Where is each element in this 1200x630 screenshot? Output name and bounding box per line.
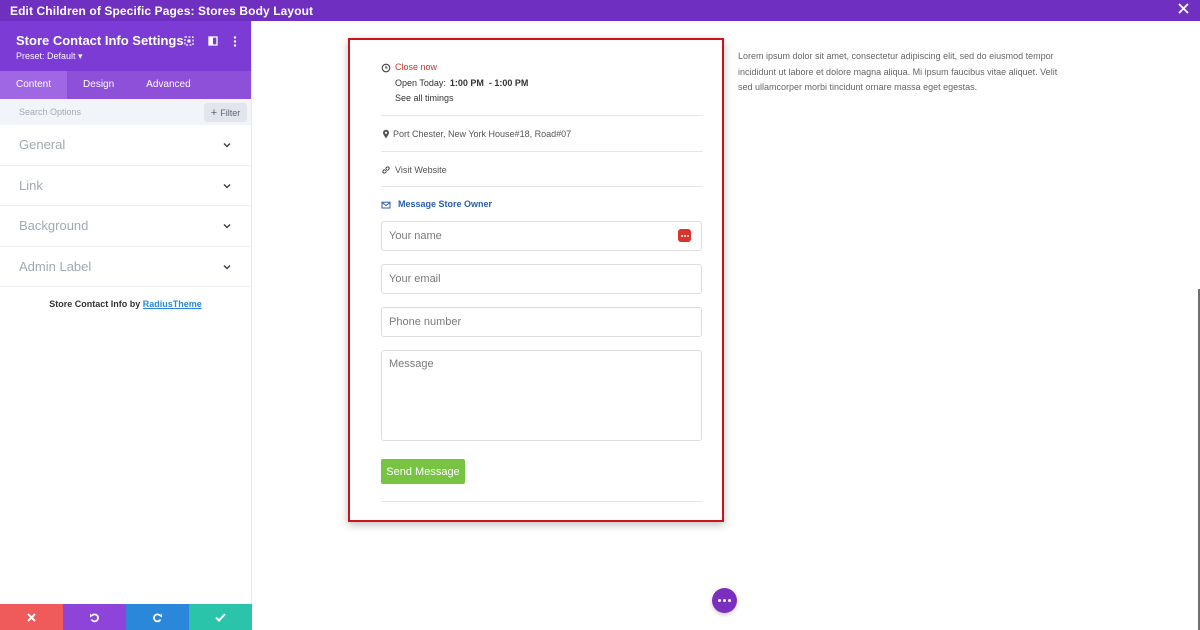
timing-row: Close now Open Today: 1:00 PM - 1:00 PM S… (381, 40, 703, 116)
search-row: + Filter (0, 99, 251, 125)
preset-selector[interactable]: Preset: Default ▾ (16, 51, 251, 62)
store-address: Port Chester, New York House#18, Road#07 (393, 129, 572, 139)
website-row: Visit Website (381, 152, 703, 187)
chevron-down-icon (223, 142, 231, 148)
more-options-icon[interactable] (228, 34, 242, 48)
section-admin-label[interactable]: Admin Label (0, 247, 251, 287)
section-label: Background (19, 218, 89, 234)
credit-prefix: Store Contact Info by (49, 299, 143, 309)
search-options-input[interactable] (0, 99, 200, 125)
settings-header: Store Contact Info Settings Preset: Defa… (0, 21, 251, 71)
editor-title: Edit Children of Specific Pages: Stores … (10, 3, 314, 18)
mail-icon (381, 201, 391, 209)
chevron-down-icon (223, 223, 231, 229)
see-all-timings-link[interactable]: See all timings (395, 93, 454, 103)
message-store-owner-heading: Message Store Owner (398, 199, 493, 209)
save-button[interactable] (189, 604, 252, 630)
message-form: Message Store Owner Send Message (381, 187, 703, 502)
dot-icon (728, 599, 731, 602)
top-bar: Edit Children of Specific Pages: Stores … (0, 0, 1200, 21)
section-link[interactable]: Link (0, 166, 251, 206)
plus-icon: + (210, 106, 218, 119)
fullscreen-icon[interactable] (182, 34, 196, 48)
name-field-wrap (381, 221, 702, 251)
add-section-button[interactable] (712, 588, 737, 613)
discard-button[interactable] (0, 604, 63, 630)
section-background[interactable]: Background (0, 206, 251, 247)
phone-input[interactable] (381, 307, 702, 337)
settings-tabs: Content Design Advanced (0, 71, 251, 99)
lorem-text: Lorem ipsum dolor sit amet, consectetur … (738, 51, 1058, 92)
chevron-down-icon (223, 264, 231, 270)
open-today-hours: 1:00 PM - 1:00 PM (449, 78, 529, 88)
undo-button[interactable] (63, 604, 126, 630)
store-contact-info: Close now Open Today: 1:00 PM - 1:00 PM S… (381, 40, 703, 502)
email-input[interactable] (381, 264, 702, 294)
section-label: General (19, 137, 66, 153)
tab-design[interactable]: Design (67, 71, 130, 99)
link-icon (382, 166, 390, 174)
close-icon[interactable] (1176, 2, 1190, 18)
open-today: Open Today: 1:00 PM - 1:00 PM (395, 78, 528, 88)
visit-website-link[interactable]: Visit Website (395, 165, 447, 175)
clock-icon (381, 63, 391, 73)
store-status: Close now (395, 62, 438, 72)
store-contact-info-module[interactable]: Close now Open Today: 1:00 PM - 1:00 PM S… (348, 38, 724, 522)
bottom-action-bar (0, 604, 252, 630)
undo-icon (90, 612, 99, 622)
builder-canvas: Close now Open Today: 1:00 PM - 1:00 PM S… (252, 21, 1200, 630)
dot-icon (718, 599, 721, 602)
filter-label: Filter (220, 107, 241, 118)
map-pin-icon (383, 129, 389, 139)
filter-button[interactable]: + Filter (204, 103, 247, 122)
open-today-label: Open Today: (395, 78, 446, 88)
address-row: Port Chester, New York House#18, Road#07 (381, 116, 703, 152)
section-label: Admin Label (19, 258, 92, 274)
send-message-button[interactable]: Send Message (381, 459, 465, 484)
check-icon (215, 612, 226, 622)
credit-link[interactable]: RadiusTheme (143, 299, 202, 309)
redo-button[interactable] (126, 604, 189, 630)
module-credit: Store Contact Info by RadiusTheme (0, 299, 251, 309)
section-label: Link (19, 177, 43, 193)
section-general[interactable]: General (0, 125, 251, 166)
settings-sidebar: Store Contact Info Settings Preset: Defa… (0, 21, 252, 630)
tab-content[interactable]: Content (0, 71, 68, 99)
name-input[interactable] (381, 221, 702, 251)
redo-icon (153, 612, 162, 622)
sidebar-layout-icon[interactable] (206, 34, 220, 48)
password-manager-icon[interactable] (678, 229, 691, 242)
dot-icon (723, 599, 726, 602)
tab-advanced[interactable]: Advanced (130, 71, 206, 99)
chevron-down-icon (223, 183, 231, 189)
x-icon (27, 612, 36, 622)
message-textarea[interactable] (381, 350, 702, 441)
